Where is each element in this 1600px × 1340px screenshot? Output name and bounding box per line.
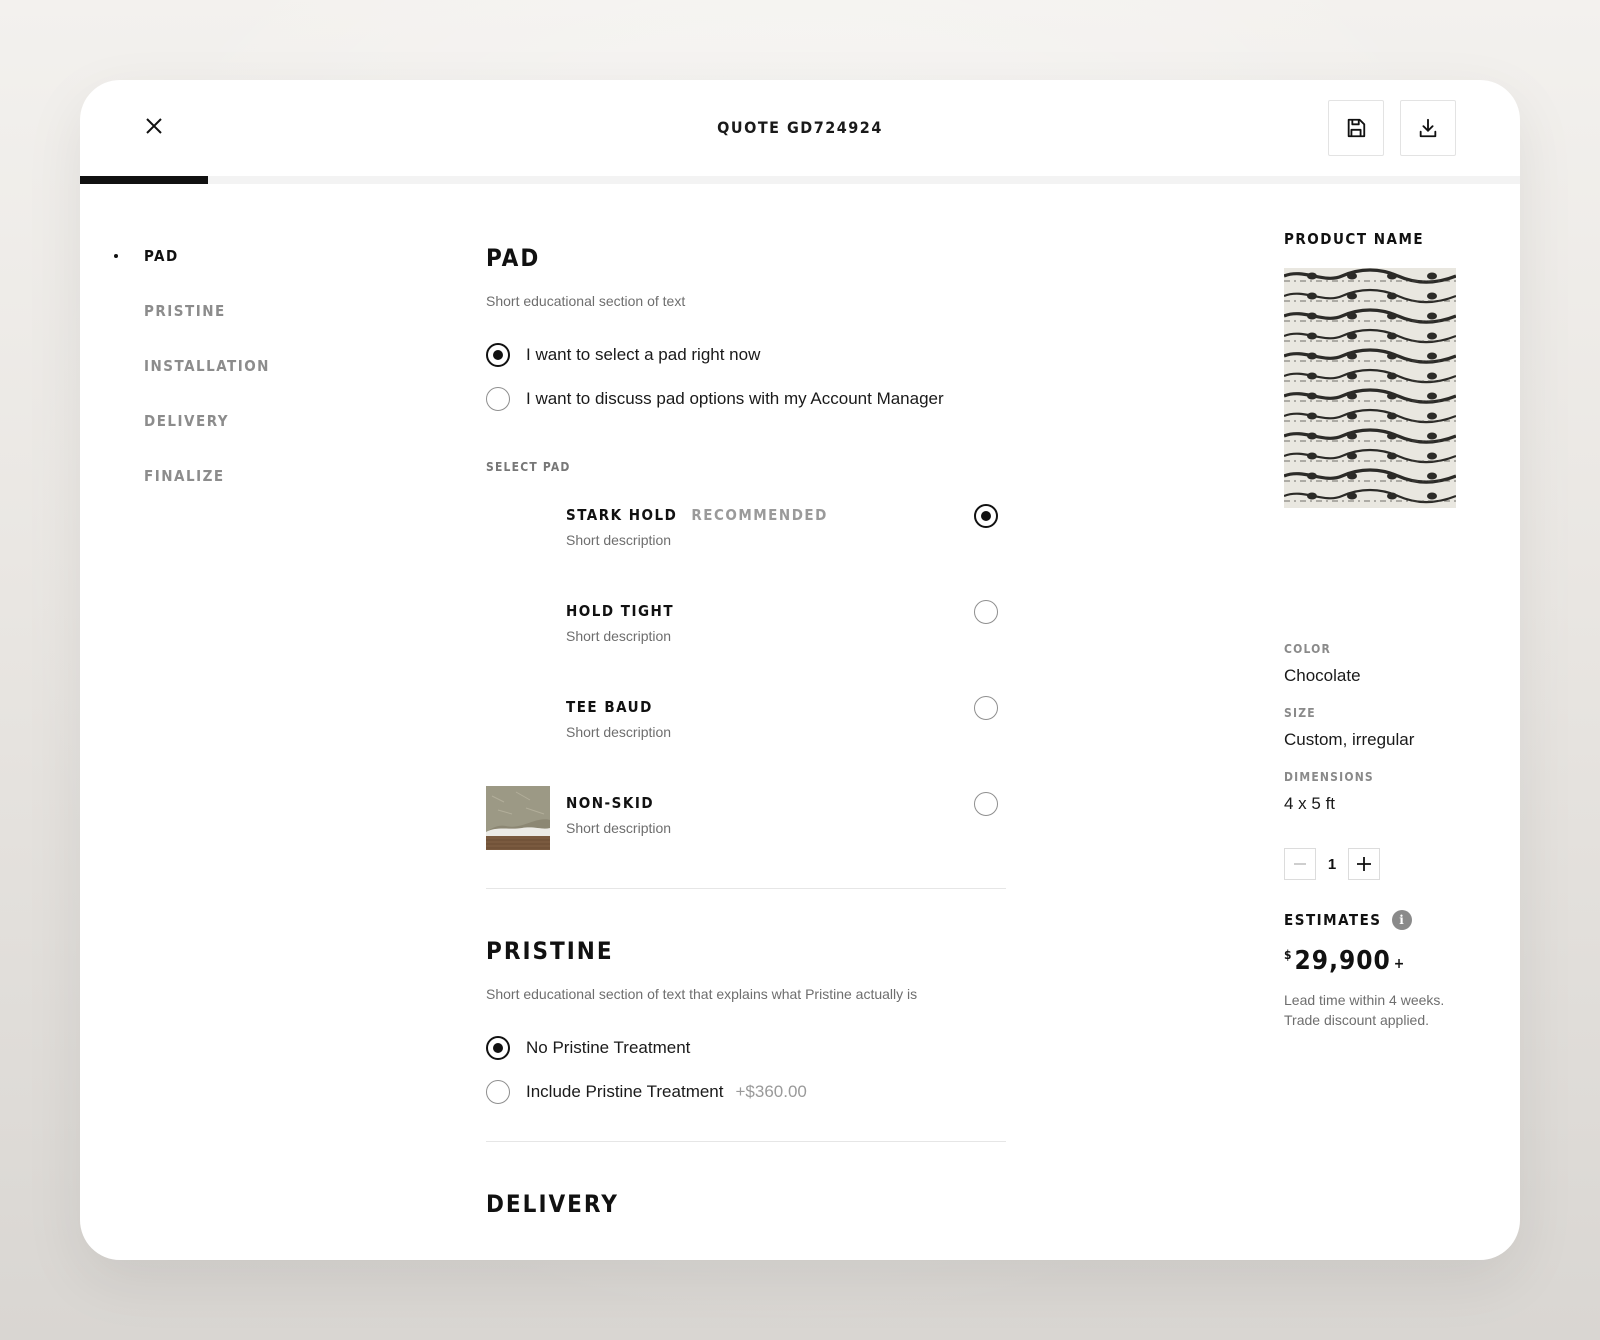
download-button[interactable] [1400,100,1456,156]
nav-item-installation[interactable]: INSTALLATION [144,354,270,378]
info-icon[interactable]: i [1391,910,1412,930]
increment-button[interactable] [1348,848,1380,880]
radio-button[interactable] [974,504,998,528]
estimated-price: $ 29,900 + [1284,946,1404,976]
pristine-option-none[interactable]: No Pristine Treatment [486,1035,690,1061]
radio-button[interactable] [486,1036,510,1060]
discount-note: Trade discount applied. [1284,1012,1430,1028]
pad-description: Short description [566,724,672,740]
delivery-section-title: DELIVERY [486,1190,619,1218]
nav-item-label: PRISTINE [144,302,226,320]
pad-description: Short description [566,628,672,644]
progress-bar-fill [80,176,209,184]
pad-option-select-now[interactable]: I want to select a pad right now [486,342,760,368]
radio-button[interactable] [486,387,510,411]
pad-thumbnail [486,786,550,850]
nav-item-label: FINALIZE [144,467,225,485]
save-button[interactable] [1328,100,1384,156]
option-price: +$360.00 [735,1082,807,1101]
radio-button[interactable] [486,343,510,367]
option-label: Include Pristine Treatment [526,1082,724,1101]
radio-button[interactable] [974,792,998,816]
pristine-section-title: PRISTINE [486,937,614,965]
modal-header: QUOTE GD724924 [80,80,1520,180]
lead-time-note: Lead time within 4 weeks. [1284,992,1445,1008]
pristine-option-include[interactable]: Include Pristine Treatment +$360.00 [486,1079,807,1105]
pad-option-discuss[interactable]: I want to discuss pad options with my Ac… [486,386,944,412]
quantity-value: 1 [1327,855,1337,873]
product-name: PRODUCT NAME [1284,230,1425,248]
nav-item-finalize[interactable]: FINALIZE [144,464,225,488]
page-title: QUOTE GD724924 [717,118,883,137]
pad-item-stark-hold[interactable]: STARK HOLD RECOMMENDED Short description [486,498,1006,568]
estimates-header: ESTIMATES i [1284,910,1412,930]
nav-item-delivery[interactable]: DELIVERY [144,409,229,433]
price-currency: $ [1284,948,1292,962]
option-label: I want to discuss pad options with my Ac… [526,389,944,408]
nav-item-label: PAD [144,247,179,265]
plus-icon [1357,857,1371,871]
recommended-badge: RECOMMENDED [691,506,828,524]
nav-item-pad[interactable]: PAD [114,244,179,268]
pad-name: NON-SKID [566,794,655,812]
pad-section-description: Short educational section of text [486,293,686,309]
pad-item-hold-tight[interactable]: HOLD TIGHT Short description [486,594,1006,664]
radio-button[interactable] [974,696,998,720]
option-label: No Pristine Treatment [526,1038,691,1057]
pad-item-tee-baud[interactable]: TEE BAUD Short description [486,690,1006,760]
pad-name-label: STARK HOLD [566,506,678,524]
pristine-section-description: Short educational section of text that e… [486,986,918,1002]
dimensions-label: DIMENSIONS [1284,770,1374,784]
pad-description: Short description [566,820,672,836]
progress-bar [80,176,1520,184]
section-divider [486,888,1006,889]
radio-button[interactable] [486,1080,510,1104]
size-label: SIZE [1284,706,1316,720]
color-value: Chocolate [1284,666,1361,685]
option-label: I want to select a pad right now [526,345,761,364]
nav-item-label: DELIVERY [144,412,230,430]
radio-button[interactable] [974,600,998,624]
pad-name: TEE BAUD [566,698,653,716]
active-bullet-icon [114,254,118,258]
download-icon [1419,118,1437,138]
dimensions-value: 4 x 5 ft [1284,794,1336,813]
pad-name: STARK HOLD RECOMMENDED [566,506,828,524]
nav-item-label: INSTALLATION [144,357,270,375]
product-image [1284,268,1456,508]
estimates-label: ESTIMATES [1284,911,1382,929]
quote-modal: QUOTE GD724924 PAD PRISTINE INSTALLATION… [80,80,1520,1260]
select-pad-label: SELECT PAD [486,460,571,474]
decrement-button[interactable] [1284,848,1316,880]
price-suffix: + [1393,956,1405,972]
save-icon [1347,118,1366,138]
size-value: Custom, irregular [1284,730,1415,749]
pad-section-title: PAD [486,244,541,272]
minus-icon [1294,863,1306,865]
nav-item-pristine[interactable]: PRISTINE [144,299,226,323]
pad-item-non-skid[interactable]: NON-SKID Short description [486,786,1006,856]
quantity-stepper: 1 [1284,848,1380,880]
pad-name: HOLD TIGHT [566,602,675,620]
price-amount: 29,900 [1294,946,1391,976]
section-divider [486,1141,1006,1142]
pad-description: Short description [566,532,672,548]
color-label: COLOR [1284,642,1332,656]
